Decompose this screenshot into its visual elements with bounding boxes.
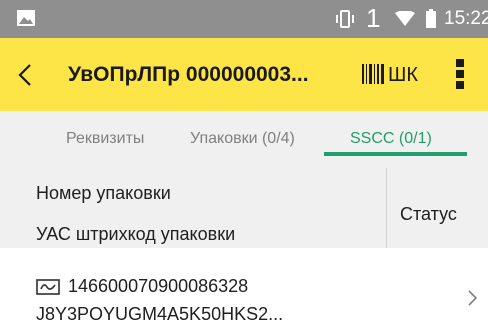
header-package-number: Номер упаковки xyxy=(36,183,171,203)
sim-slot-indicator: 1 xyxy=(366,3,381,33)
table-header: Номер упаковки УАС штрихкод упаковки Ста… xyxy=(0,168,488,248)
package-number: 146600070900086328 xyxy=(68,276,249,296)
tab-requisites[interactable]: Реквизиты xyxy=(66,128,144,150)
header-package-barcode: УАС штрихкод упаковки xyxy=(36,224,236,244)
toolbar: УвОПрЛПр 000000003... ШК xyxy=(0,38,488,111)
clock: 15:22 xyxy=(444,8,488,29)
gallery-icon xyxy=(17,10,35,26)
package-icon xyxy=(36,279,60,295)
scan-barcode-button[interactable]: ШК xyxy=(388,62,418,88)
active-tab-indicator xyxy=(324,152,467,156)
back-arrow-icon[interactable] xyxy=(18,63,32,87)
package-barcode: J8Y3POYUGM4A5K50HKS2... xyxy=(36,304,284,324)
status-bar: 1 15:22 xyxy=(0,0,488,38)
barcode-icon[interactable] xyxy=(362,64,384,84)
tab-packages[interactable]: Упаковки (0/4) xyxy=(190,128,295,150)
table-row[interactable]: 146600070900086328 J8Y3POYUGM4A5K50HKS2.… xyxy=(0,248,488,336)
tab-sscc[interactable]: SSCC (0/1) xyxy=(350,128,432,150)
vibrate-icon xyxy=(336,10,354,28)
chevron-right-icon xyxy=(468,290,477,306)
more-vert-icon[interactable] xyxy=(455,58,465,90)
column-divider xyxy=(386,168,387,248)
tab-bar: Реквизиты Упаковки (0/4) SSCC (0/1) xyxy=(0,111,488,168)
document-title: УвОПрЛПр 000000003... xyxy=(68,63,309,86)
wifi-icon xyxy=(395,11,415,26)
battery-icon xyxy=(426,9,436,28)
header-status: Статус xyxy=(400,204,457,224)
